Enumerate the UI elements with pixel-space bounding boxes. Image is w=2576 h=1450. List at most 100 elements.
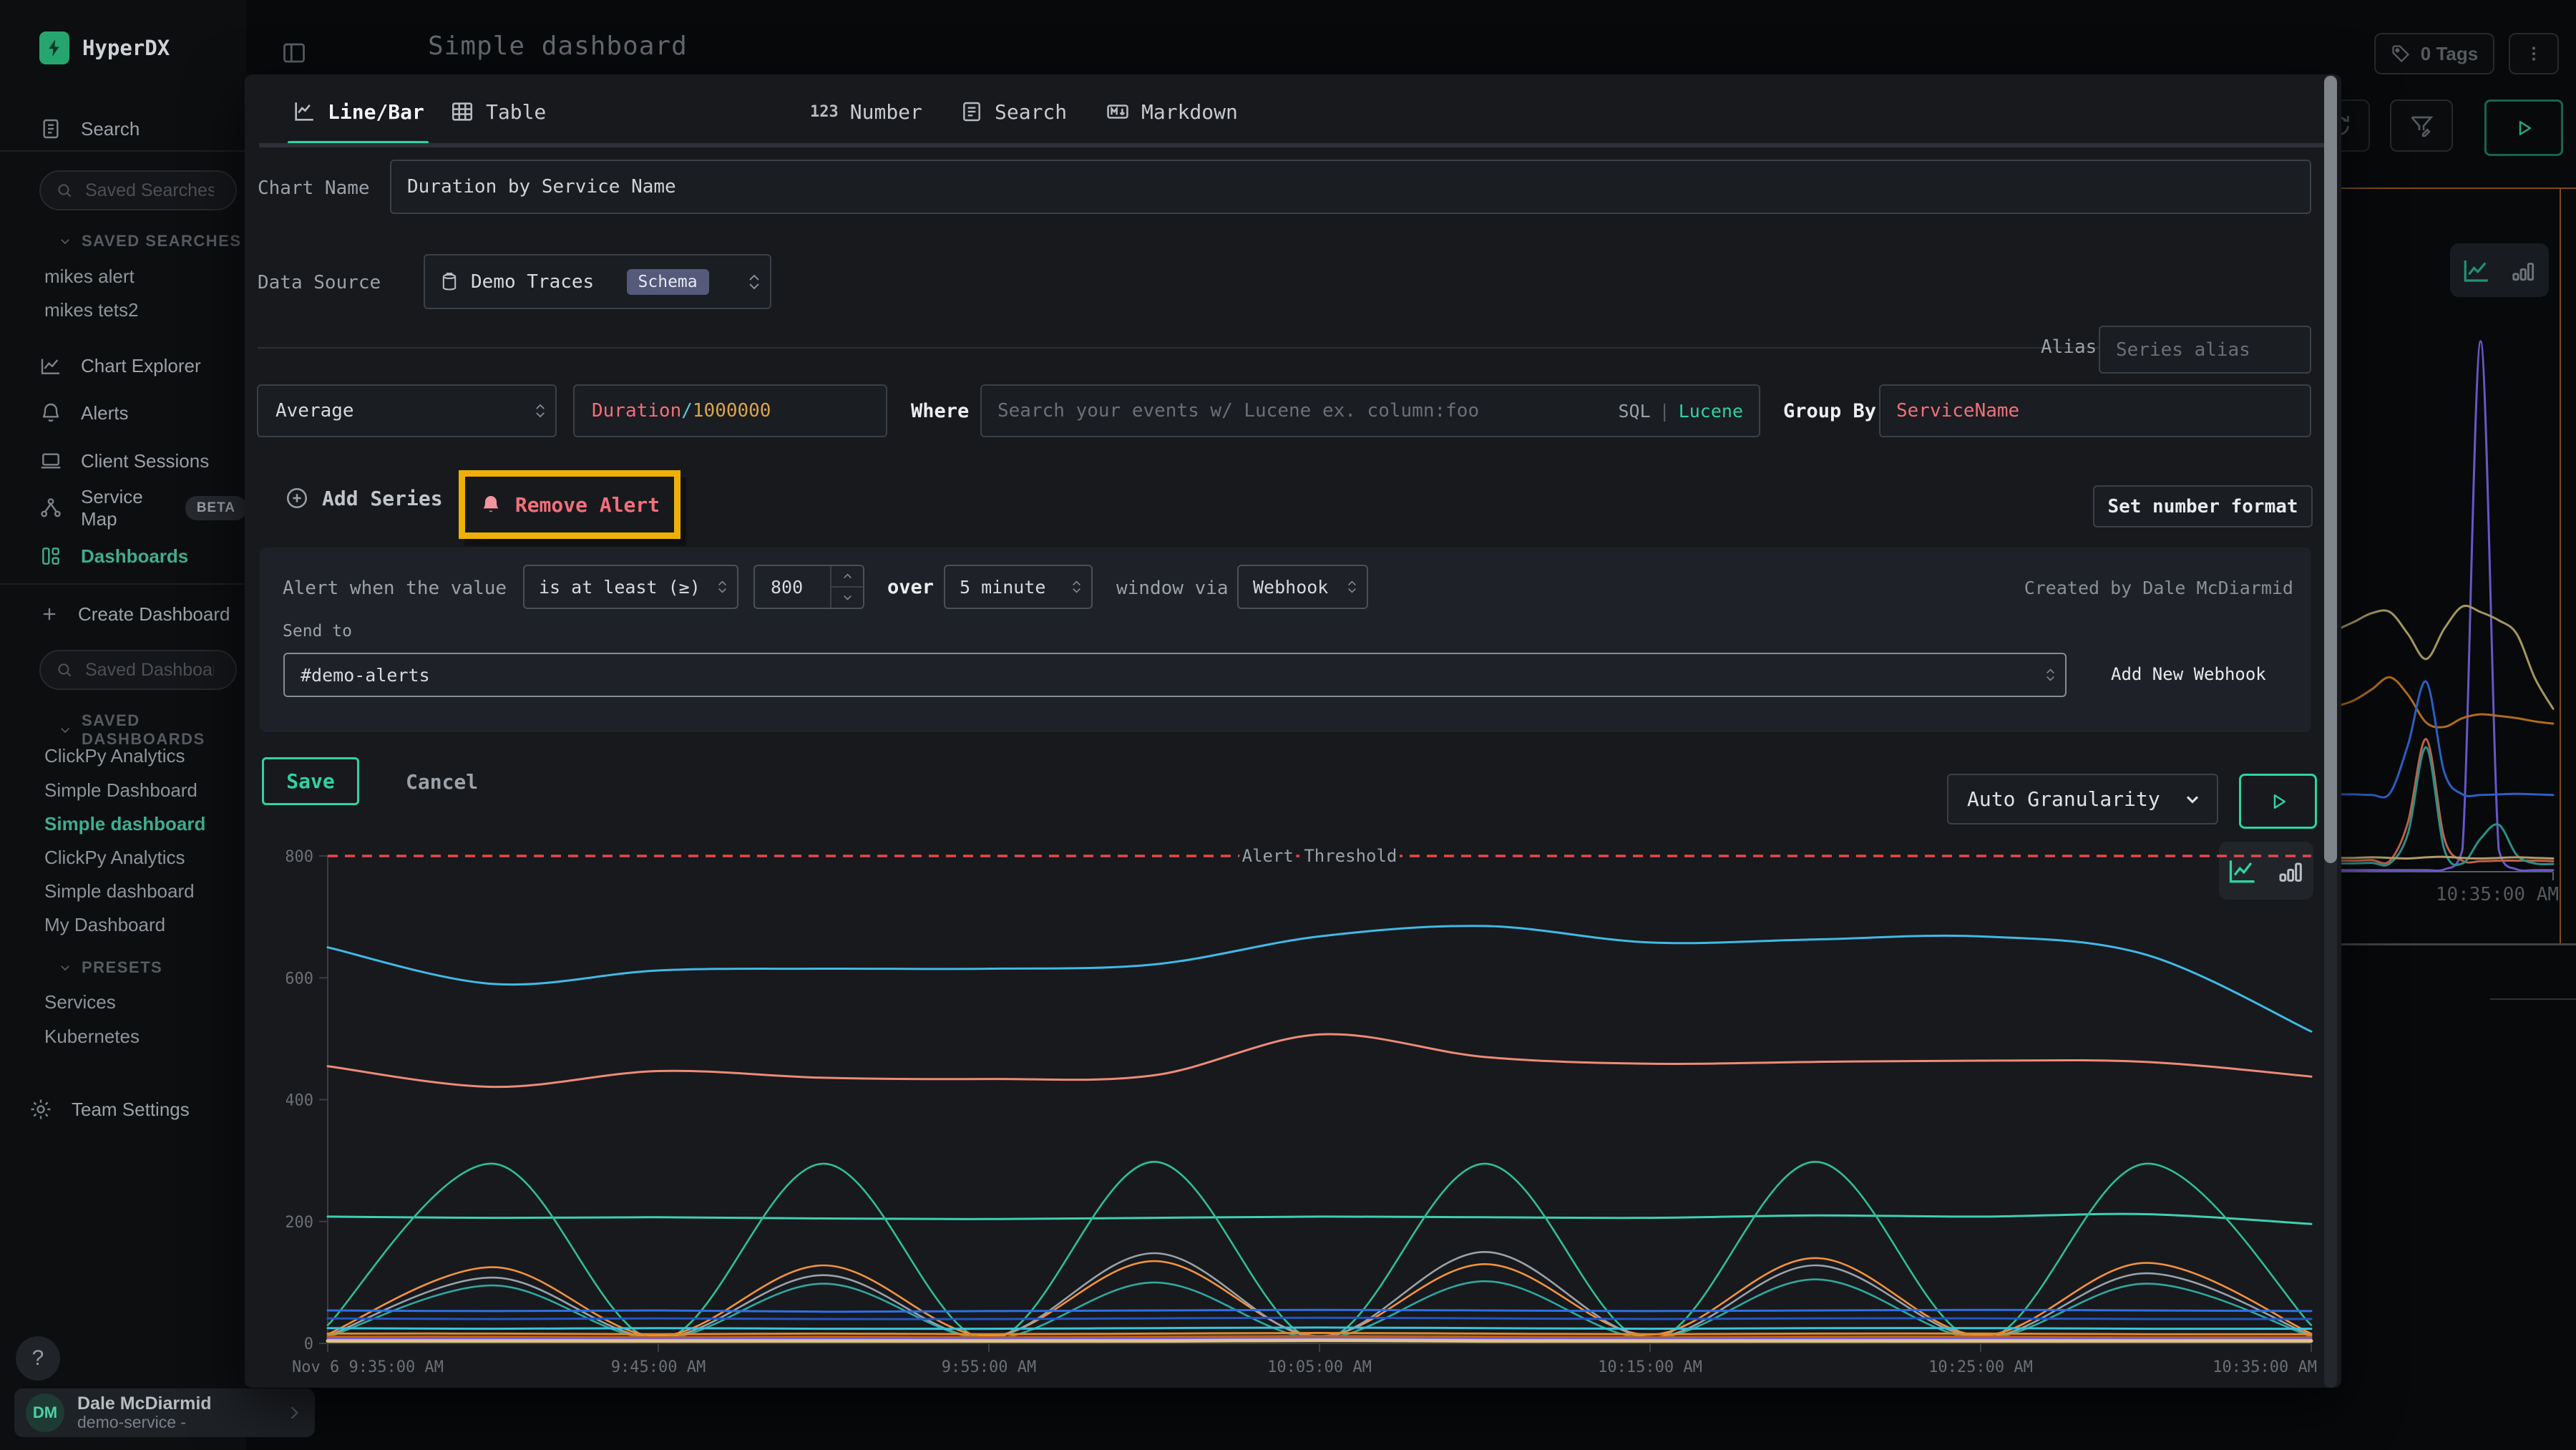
kebab-icon [2524, 44, 2543, 63]
markdown-icon [1106, 99, 1130, 124]
bg-chart-type-toggle[interactable] [2450, 243, 2549, 297]
group-by-field[interactable] [1879, 384, 2311, 437]
send-to-value: #demo-alerts [301, 665, 430, 686]
where-search-field[interactable]: SQL | Lucene [980, 384, 1760, 437]
group-by-input[interactable] [1880, 400, 2310, 422]
sidebar-item-alerts[interactable]: Alerts [39, 397, 128, 429]
dashboard-item[interactable]: Simple Dashboard [44, 776, 197, 804]
alias-input[interactable] [2100, 339, 2310, 361]
dashboard-item[interactable]: ClickPy Analytics [44, 843, 185, 872]
saved-dashboards-input[interactable] [84, 659, 215, 681]
field-expression[interactable]: Duration/1000000 [573, 384, 887, 437]
saved-searches-input[interactable] [84, 180, 215, 202]
granularity-value: Auto Granularity [1967, 787, 2160, 811]
tab-table[interactable]: Table [450, 90, 546, 133]
saved-search-item[interactable]: mikes alert [44, 262, 135, 291]
dashboard-label: Simple dashboard [44, 880, 195, 902]
tab-markdown[interactable]: Markdown [1106, 90, 1238, 133]
send-to-select[interactable]: #demo-alerts [283, 653, 2067, 697]
bar-chart-icon[interactable] [2510, 257, 2537, 284]
bg-divider-2 [2490, 998, 2576, 1000]
user-name: Dale McDiarmid [77, 1394, 212, 1413]
cancel-button[interactable]: Cancel [406, 770, 478, 794]
filter-button[interactable] [2390, 99, 2453, 152]
tags-button[interactable]: 0 Tags [2374, 33, 2494, 74]
svg-text:10:05:00 AM: 10:05:00 AM [1267, 1358, 1372, 1376]
create-dashboard-button[interactable]: Create Dashboard [39, 598, 230, 630]
svg-text:9:45:00 AM: 9:45:00 AM [611, 1358, 706, 1376]
field-denominator: 1000000 [693, 400, 771, 422]
add-series-button[interactable]: Add Series [285, 486, 443, 510]
sidebar-item-service-map[interactable]: Service Map BETA [39, 492, 247, 524]
query-language-toggle[interactable]: SQL | Lucene [1618, 401, 1759, 422]
preset-item[interactable]: Kubernetes [44, 1022, 140, 1051]
data-source-select[interactable]: Demo Traces Schema [424, 254, 771, 309]
help-button[interactable]: ? [16, 1336, 60, 1381]
tab-number[interactable]: 123 Number [810, 90, 922, 133]
kebab-menu-button[interactable] [2509, 33, 2559, 74]
lucene-option[interactable]: Lucene [1679, 401, 1743, 422]
granularity-select[interactable]: Auto Granularity [1947, 774, 2218, 824]
saved-search-item[interactable]: mikes tets2 [44, 296, 139, 324]
step-up-icon[interactable] [831, 566, 863, 588]
chevron-right-icon [285, 1403, 303, 1422]
sql-option[interactable]: SQL [1618, 401, 1650, 422]
tab-line-bar[interactable]: Line/Bar [292, 90, 424, 133]
modal-scrollbar[interactable] [2324, 74, 2337, 1388]
bell-icon [39, 402, 62, 424]
sidebar-item-dashboards[interactable]: Dashboards [39, 540, 188, 572]
saved-searches-search[interactable] [39, 170, 237, 210]
scrollbar-thumb[interactable] [2324, 76, 2337, 863]
user-card[interactable]: DM Dale McDiarmid demo-service - [14, 1388, 315, 1437]
presets-header[interactable]: PRESETS [59, 958, 162, 977]
saved-searches-header[interactable]: SAVED SEARCHES [59, 232, 242, 250]
dashboard-item[interactable]: My Dashboard [44, 910, 165, 939]
add-new-webhook-button[interactable]: Add New Webhook [2111, 664, 2266, 684]
sidebar-item-label: Chart Explorer [81, 355, 201, 377]
sidebar-item-client-sessions[interactable]: Client Sessions [39, 445, 209, 477]
sidebar-item-chart-explorer[interactable]: Chart Explorer [39, 350, 201, 381]
remove-alert-button[interactable]: Remove Alert [479, 493, 660, 517]
dashboard-item[interactable]: ClickPy Analytics [44, 741, 185, 770]
chevron-down-icon [59, 961, 72, 974]
play-icon [2513, 117, 2534, 139]
chart-name-field[interactable] [390, 160, 2311, 214]
alias-field[interactable] [2099, 326, 2311, 374]
dashboard-item[interactable]: Simple dashboard [44, 877, 195, 905]
where-label: Where [911, 400, 969, 422]
where-search-input[interactable] [982, 400, 1557, 422]
number-stepper[interactable] [830, 566, 863, 608]
tab-search[interactable]: Search [960, 90, 1067, 133]
brand-name: HyperDX [82, 36, 170, 60]
alert-condition-select[interactable]: is at least (≥) [523, 565, 738, 609]
sidebar-collapse-icon[interactable] [281, 40, 307, 66]
step-down-icon[interactable] [831, 588, 863, 608]
dashboard-grid-icon [39, 545, 62, 568]
tab-label: Number [850, 100, 922, 124]
sidebar-item-search[interactable]: Search [39, 113, 140, 145]
alert-channel-select[interactable]: Webhook [1237, 565, 1368, 609]
sidebar-item-team-settings[interactable]: Team Settings [29, 1094, 190, 1125]
bg-divider [2334, 943, 2576, 945]
svg-text:10:25:00 AM: 10:25:00 AM [1928, 1358, 2033, 1376]
saved-dashboards-search[interactable] [39, 650, 237, 690]
header-play-button[interactable] [2484, 99, 2563, 156]
divider [0, 150, 247, 152]
saved-search-label: mikes alert [44, 266, 135, 288]
nodes-icon [39, 497, 62, 520]
alert-config-panel: Alert when the value is at least (≥) 800… [260, 548, 2311, 732]
line-chart-icon[interactable] [2462, 256, 2492, 286]
alert-window-select[interactable]: 5 minute [944, 565, 1093, 609]
set-number-format-button[interactable]: Set number format [2093, 485, 2313, 527]
brand[interactable]: HyperDX [39, 31, 170, 64]
chart-name-input[interactable] [391, 176, 2310, 198]
dashboard-item-active[interactable]: Simple dashboard [44, 809, 205, 838]
page-title: Simple dashboard [428, 31, 688, 61]
alert-threshold-input[interactable]: 800 [753, 565, 864, 609]
save-button[interactable]: Save [262, 757, 359, 805]
aggregation-select[interactable]: Average [257, 384, 557, 437]
preset-item[interactable]: Services [44, 988, 116, 1016]
plus-icon [39, 604, 59, 624]
add-series-label: Add Series [322, 487, 443, 510]
run-chart-button[interactable] [2239, 774, 2317, 829]
